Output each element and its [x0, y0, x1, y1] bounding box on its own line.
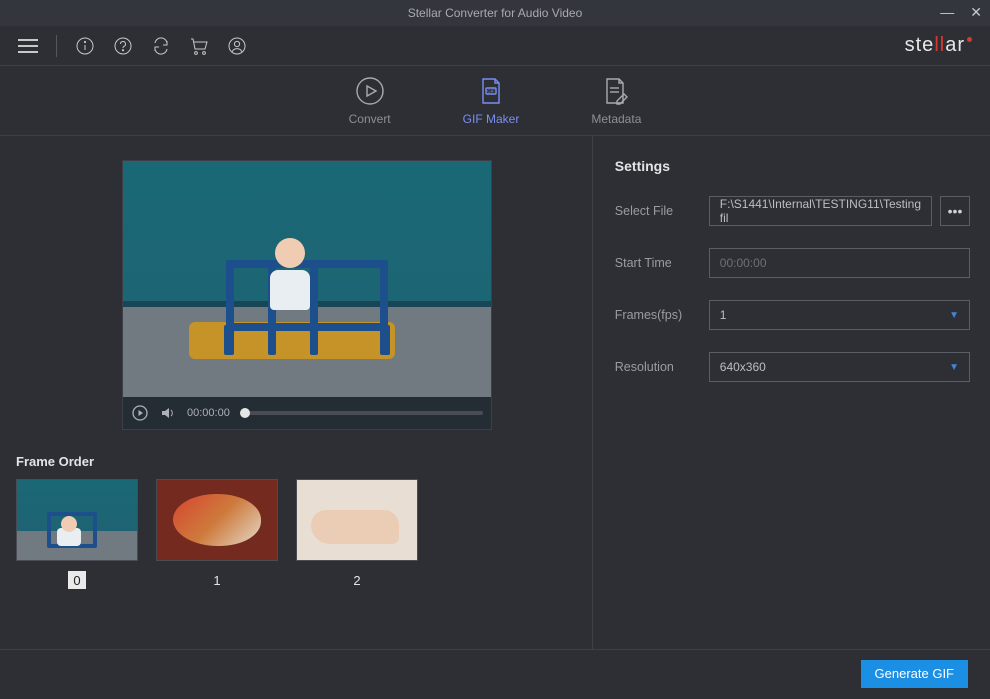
- resolution-label: Resolution: [615, 360, 693, 374]
- mode-gif-maker[interactable]: GIF GIF Maker: [463, 76, 520, 126]
- settings-title: Settings: [615, 158, 970, 174]
- document-edit-icon: [601, 76, 631, 106]
- generate-gif-button[interactable]: Generate GIF: [861, 660, 968, 688]
- frame-index[interactable]: 2: [348, 571, 366, 589]
- footer: Generate GIF: [0, 649, 990, 697]
- mode-bar: Convert GIF GIF Maker Metadata: [0, 66, 990, 136]
- frames-select[interactable]: 1 ▼: [709, 300, 970, 330]
- player-time: 00:00:00: [187, 407, 230, 419]
- chevron-down-icon: ▼: [949, 310, 959, 321]
- settings-pane: Settings Select File F:\S1441\Internal\T…: [593, 136, 990, 649]
- volume-button[interactable]: [159, 404, 177, 422]
- gif-file-icon: GIF: [476, 76, 506, 106]
- mode-metadata[interactable]: Metadata: [591, 76, 641, 126]
- frame-thumb[interactable]: 2: [296, 479, 418, 589]
- browse-button[interactable]: •••: [940, 196, 970, 226]
- mode-convert[interactable]: Convert: [349, 76, 391, 126]
- frame-index[interactable]: 0: [68, 571, 86, 589]
- frame-index[interactable]: 1: [208, 571, 226, 589]
- brand-logo: stellar: [905, 34, 972, 57]
- chevron-down-icon: ▼: [949, 362, 959, 373]
- info-icon[interactable]: [75, 36, 95, 56]
- minimize-button[interactable]: —: [940, 4, 954, 21]
- frame-thumb[interactable]: 1: [156, 479, 278, 589]
- toolbar: stellar: [0, 26, 990, 66]
- close-button[interactable]: ✕: [970, 4, 982, 21]
- mode-label: GIF Maker: [463, 112, 520, 126]
- play-circle-icon: [355, 76, 385, 106]
- video-preview: 00:00:00: [122, 160, 492, 430]
- titlebar: Stellar Converter for Audio Video — ✕: [0, 0, 990, 26]
- play-button[interactable]: [131, 404, 149, 422]
- player-controls: 00:00:00: [123, 397, 491, 429]
- app-title: Stellar Converter for Audio Video: [408, 6, 583, 20]
- frame-order-thumbs: 0 1 2: [16, 479, 576, 589]
- select-file-label: Select File: [615, 204, 693, 218]
- svg-text:GIF: GIF: [487, 88, 495, 93]
- user-icon[interactable]: [227, 36, 247, 56]
- preview-frame[interactable]: [123, 161, 491, 397]
- help-icon[interactable]: [113, 36, 133, 56]
- frame-thumb[interactable]: 0: [16, 479, 138, 589]
- start-time-label: Start Time: [615, 256, 693, 270]
- seek-track[interactable]: [240, 411, 483, 415]
- preview-pane: 00:00:00 Frame Order 0 1 2: [0, 136, 593, 649]
- menu-icon[interactable]: [18, 36, 38, 56]
- mode-label: Metadata: [591, 112, 641, 126]
- cart-icon[interactable]: [189, 36, 209, 56]
- resolution-select[interactable]: 640x360 ▼: [709, 352, 970, 382]
- select-file-input[interactable]: F:\S1441\Internal\TESTING11\Testing fil: [709, 196, 932, 226]
- frame-order-label: Frame Order: [16, 454, 576, 469]
- mode-label: Convert: [349, 112, 391, 126]
- start-time-input[interactable]: 00:00:00: [709, 248, 970, 278]
- frames-label: Frames(fps): [615, 308, 693, 322]
- refresh-icon[interactable]: [151, 36, 171, 56]
- toolbar-divider: [56, 35, 57, 57]
